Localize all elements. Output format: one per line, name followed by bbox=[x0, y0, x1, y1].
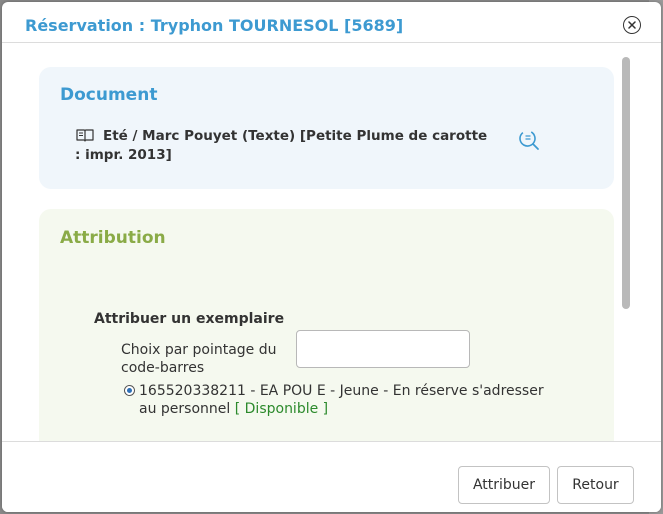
dialog-content: Document Eté / Marc Pouyet (Texte) [Peti… bbox=[2, 43, 661, 441]
item-description: 165520338211 - EA POU E - Jeune - En rés… bbox=[139, 383, 544, 417]
document-panel: Document Eté / Marc Pouyet (Texte) [Peti… bbox=[39, 67, 614, 189]
dialog-header: Réservation : Tryphon TOURNESOL [5689] bbox=[2, 2, 661, 43]
item-radio-selected-dot bbox=[127, 388, 132, 393]
content-scrollbar[interactable] bbox=[620, 53, 632, 433]
document-description: Eté / Marc Pouyet (Texte) [Petite Plume … bbox=[75, 128, 488, 163]
attribution-panel: Attribution Attribuer un exemplaire Choi… bbox=[39, 209, 614, 441]
barcode-input[interactable] bbox=[296, 330, 470, 368]
retour-button[interactable]: Retour bbox=[557, 466, 634, 504]
close-button[interactable] bbox=[623, 16, 641, 34]
item-status: [ Disponible ] bbox=[234, 401, 329, 417]
search-detail-icon[interactable] bbox=[518, 129, 540, 151]
barcode-label: Choix par pointage du code-barres bbox=[121, 342, 277, 376]
attribuer-button[interactable]: Attribuer bbox=[458, 466, 550, 504]
dialog-title: Réservation : Tryphon TOURNESOL [5689] bbox=[25, 16, 404, 35]
attribution-panel-title: Attribution bbox=[60, 228, 166, 248]
document-panel-title: Document bbox=[60, 85, 158, 105]
dialog-footer: Attribuer Retour bbox=[2, 441, 661, 512]
item-label: 165520338211 - EA POU E - Jeune - En rés… bbox=[139, 382, 549, 418]
close-icon bbox=[628, 21, 636, 29]
item-radio[interactable] bbox=[124, 385, 135, 396]
attribution-subtitle: Attribuer un exemplaire bbox=[94, 311, 285, 327]
reservation-dialog: Réservation : Tryphon TOURNESOL [5689] D… bbox=[2, 2, 661, 512]
scrollbar-thumb[interactable] bbox=[622, 57, 630, 309]
